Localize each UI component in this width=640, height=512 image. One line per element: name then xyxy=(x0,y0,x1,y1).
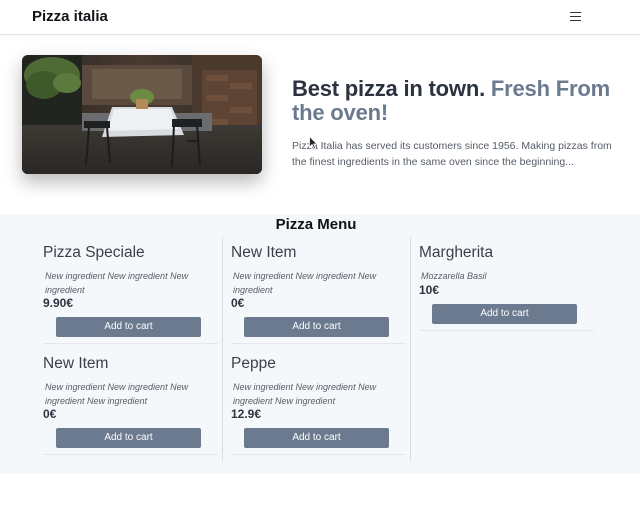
add-to-cart-button[interactable]: Add to cart xyxy=(432,304,577,324)
menu-item-name: Margherita xyxy=(419,244,494,261)
hero-restaurant-photo xyxy=(22,55,262,174)
menu-title: Pizza Menu xyxy=(275,216,357,233)
menu-item-name: New Item xyxy=(43,355,109,372)
item-divider xyxy=(419,330,594,331)
menu-item-ingredients: New ingredient New ingredient New ingred… xyxy=(233,382,377,406)
item-divider xyxy=(43,454,218,455)
hero-description: Pizza Italia has served its customers si… xyxy=(292,140,612,168)
add-to-cart-button[interactable]: Add to cart xyxy=(244,317,389,337)
menu-item-price: 9.90€ xyxy=(43,296,74,310)
hamburger-menu-icon[interactable] xyxy=(568,10,585,24)
menu-item-ingredients: New ingredient New ingredient New ingred… xyxy=(233,271,377,295)
menu-item-name: Pizza Speciale xyxy=(43,244,145,261)
add-to-cart-button[interactable]: Add to cart xyxy=(56,428,201,448)
item-divider xyxy=(43,343,218,344)
menu-item-ingredients: New ingredient New ingredient New ingred… xyxy=(45,382,189,406)
menu-item-ingredients: New ingredient New ingredient New ingred… xyxy=(45,271,189,295)
add-to-cart-button[interactable]: Add to cart xyxy=(244,428,389,448)
item-divider xyxy=(231,454,406,455)
menu-item-name: New Item xyxy=(231,244,297,261)
menu-item-price: 12.9€ xyxy=(231,407,262,421)
column-divider xyxy=(410,237,411,461)
item-divider xyxy=(231,343,406,344)
navbar: Pizza italia xyxy=(0,0,640,35)
menu-item-price: 0€ xyxy=(231,296,245,310)
hero-heading-main: Best pizza in town. xyxy=(292,76,485,101)
add-to-cart-button[interactable]: Add to cart xyxy=(56,317,201,337)
column-divider xyxy=(222,237,223,461)
brand-logo-text[interactable]: Pizza italia xyxy=(32,8,108,25)
mouse-pointer-icon xyxy=(309,135,318,150)
menu-item-price: 0€ xyxy=(43,407,57,421)
menu-item-ingredients: Mozzarella Basil xyxy=(421,271,487,281)
menu-item-name: Peppe xyxy=(231,355,276,372)
hero-heading: Best pizza in town. Fresh From the oven! xyxy=(292,77,622,125)
menu-item-price: 10€ xyxy=(419,283,440,297)
